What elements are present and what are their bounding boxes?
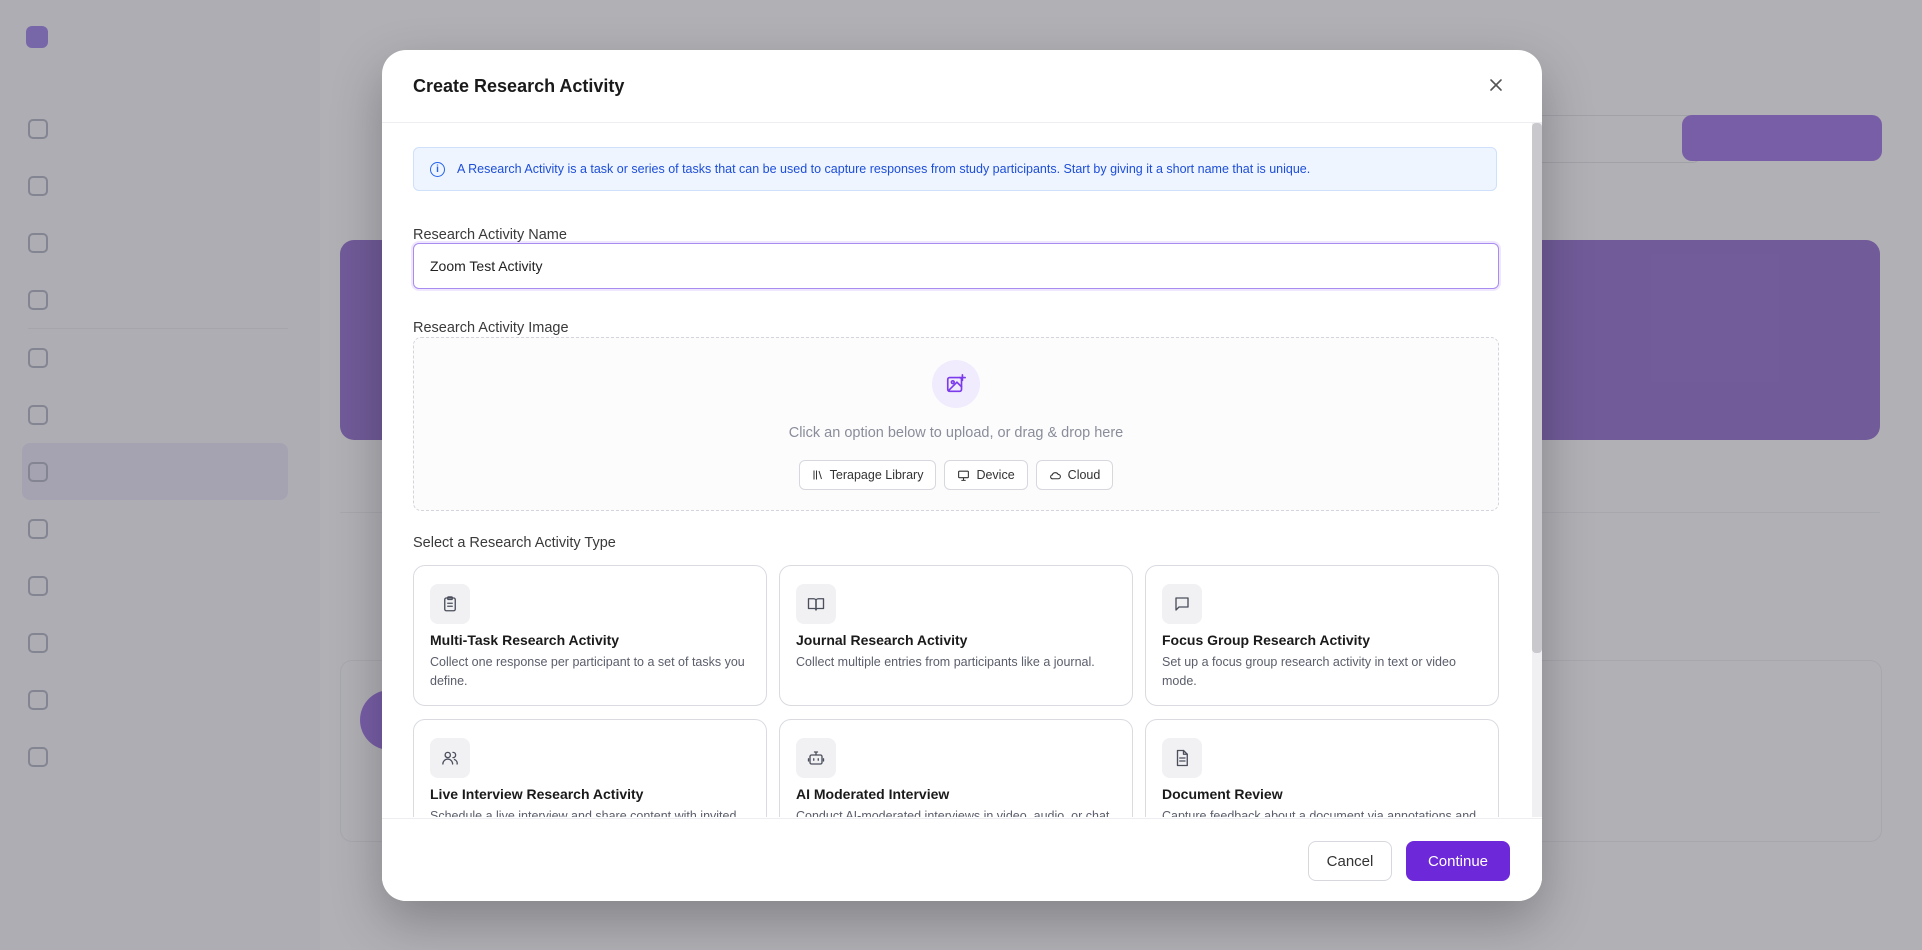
type-label: Select a Research Activity Type bbox=[413, 535, 616, 551]
image-dropzone[interactable]: Click an option below to upload, or drag… bbox=[413, 337, 1499, 511]
dialog-footer: Cancel Continue bbox=[382, 818, 1542, 901]
create-research-activity-dialog: Create Research Activity i A Research Ac… bbox=[382, 50, 1542, 901]
dialog-body: i A Research Activity is a task or serie… bbox=[382, 123, 1542, 817]
info-text: A Research Activity is a task or series … bbox=[457, 162, 1311, 176]
dialog-header: Create Research Activity bbox=[382, 50, 1542, 123]
info-banner: i A Research Activity is a task or serie… bbox=[413, 147, 1497, 191]
card-title: AI Moderated Interview bbox=[796, 786, 950, 802]
book-icon bbox=[796, 584, 836, 624]
message-icon bbox=[1162, 584, 1202, 624]
info-icon: i bbox=[430, 161, 445, 177]
device-label: Device bbox=[976, 468, 1015, 482]
card-description: Collect multiple entries from participan… bbox=[796, 655, 1095, 669]
clipboard-icon bbox=[430, 584, 470, 624]
type-card-live-interview[interactable]: Live Interview Research Activity Schedul… bbox=[413, 719, 767, 817]
dialog-scrollbar-thumb[interactable] bbox=[1532, 123, 1542, 653]
card-description: Collect one response per participant to … bbox=[430, 655, 745, 688]
terapage-library-label: Terapage Library bbox=[829, 468, 924, 482]
activity-name-input[interactable] bbox=[413, 243, 1499, 289]
close-icon[interactable] bbox=[1486, 76, 1506, 96]
cancel-button[interactable]: Cancel bbox=[1308, 841, 1392, 881]
bot-icon bbox=[796, 738, 836, 778]
name-label: Research Activity Name bbox=[413, 227, 567, 243]
type-card-document-review[interactable]: Document Review Capture feedback about a… bbox=[1145, 719, 1499, 817]
image-label: Research Activity Image bbox=[413, 320, 569, 336]
type-card-journal[interactable]: Journal Research Activity Collect multip… bbox=[779, 565, 1133, 706]
terapage-library-button[interactable]: Terapage Library bbox=[798, 460, 937, 490]
users-icon bbox=[430, 738, 470, 778]
continue-button[interactable]: Continue bbox=[1406, 841, 1510, 881]
cloud-button[interactable]: Cloud bbox=[1035, 460, 1114, 490]
image-plus-icon bbox=[932, 360, 980, 408]
card-title: Journal Research Activity bbox=[796, 632, 968, 648]
library-icon bbox=[813, 470, 822, 480]
upload-source-buttons: Terapage Library Device Cloud bbox=[414, 460, 1498, 490]
type-card-multi-task[interactable]: Multi-Task Research Activity Collect one… bbox=[413, 565, 767, 706]
card-title: Focus Group Research Activity bbox=[1162, 632, 1370, 648]
document-icon bbox=[1162, 738, 1202, 778]
card-description: Conduct AI-moderated interviews in video… bbox=[796, 809, 1110, 817]
cloud-icon bbox=[1049, 471, 1061, 479]
type-card-focus-group[interactable]: Focus Group Research Activity Set up a f… bbox=[1145, 565, 1499, 706]
card-description: Set up a focus group research activity i… bbox=[1162, 655, 1456, 688]
dropzone-text: Click an option below to upload, or drag… bbox=[788, 425, 1124, 441]
dialog-title: Create Research Activity bbox=[413, 76, 625, 96]
card-description: Schedule a live interview and share cont… bbox=[430, 809, 737, 817]
card-title: Document Review bbox=[1162, 786, 1283, 802]
cloud-label: Cloud bbox=[1067, 468, 1101, 482]
card-description: Capture feedback about a document via an… bbox=[1162, 809, 1477, 817]
card-title: Multi-Task Research Activity bbox=[430, 632, 620, 648]
card-title: Live Interview Research Activity bbox=[430, 786, 644, 802]
type-card-ai-moderated[interactable]: AI Moderated Interview Conduct AI-modera… bbox=[779, 719, 1133, 817]
device-button[interactable]: Device bbox=[944, 460, 1028, 490]
monitor-icon bbox=[958, 470, 970, 481]
